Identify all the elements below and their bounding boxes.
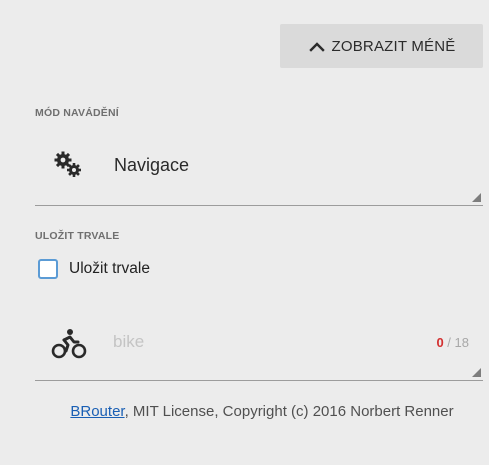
field-corner-icon (472, 368, 481, 377)
save-permanently-checkbox[interactable] (38, 259, 58, 279)
gears-icon (54, 151, 81, 177)
character-counter: 0 / 18 (436, 335, 469, 350)
routing-mode-section-label: MÓD NAVÁDĚNÍ (35, 107, 119, 119)
character-count-current: 0 (436, 335, 444, 350)
brouter-link[interactable]: BRouter (70, 403, 124, 420)
profile-name-input[interactable] (113, 330, 383, 354)
dropdown-corner-icon (472, 193, 481, 202)
profile-name-field: 0 / 18 (35, 310, 483, 380)
show-less-label: ZOBRAZIT MÉNĚ (331, 37, 456, 55)
save-permanently-label: Uložit trvale (69, 260, 150, 277)
routing-mode-underline (35, 205, 483, 206)
routing-mode-value: Navigace (114, 155, 190, 175)
routing-mode-select[interactable]: Navigace (35, 135, 483, 205)
bike-icon (51, 329, 87, 359)
save-section-label: ULOŽIT TRVALE (35, 230, 120, 242)
license-text: , MIT License, Copyright (c) 2016 Norber… (124, 403, 454, 420)
routing-options-panel: ZOBRAZIT MÉNĚ MÓD NAVÁDĚNÍ Navigace ULOŽ… (0, 0, 489, 465)
character-count-max: 18 (454, 335, 469, 350)
license-footer: BRouter, MIT License, Copyright (c) 2016… (40, 402, 484, 422)
show-less-button[interactable]: ZOBRAZIT MÉNĚ (280, 24, 483, 68)
character-count-separator: / (443, 335, 455, 350)
save-permanently-row[interactable]: Uložit trvale (38, 256, 150, 282)
profile-name-underline (35, 380, 483, 381)
chevron-up-icon (308, 42, 325, 52)
